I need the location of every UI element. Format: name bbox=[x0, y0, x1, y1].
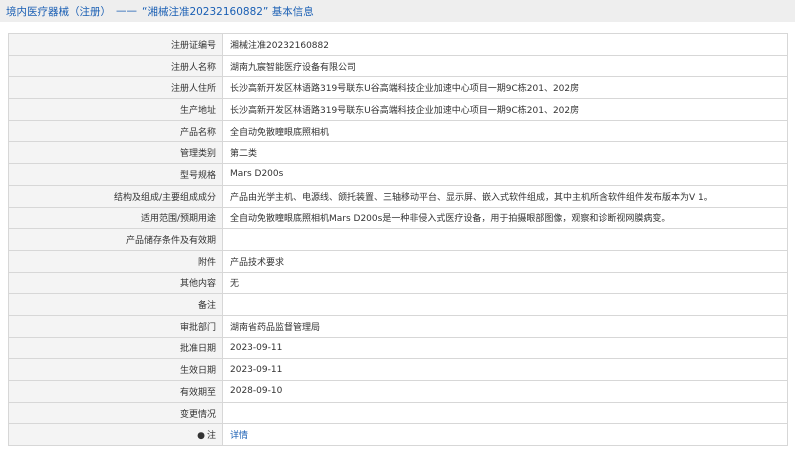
field-value: 产品技术要求 bbox=[222, 249, 788, 273]
field-label: 注册证编号 bbox=[8, 33, 223, 56]
table-row: 备注 bbox=[8, 293, 788, 316]
note-value-cell: 详情 bbox=[222, 423, 788, 447]
details-link[interactable]: 详情 bbox=[230, 431, 248, 441]
table-row: 管理类别 第二类 bbox=[8, 141, 788, 165]
field-value: 长沙高新开发区林语路319号联东U谷高端科技企业加速中心项目一期9C栋201、2… bbox=[222, 76, 788, 100]
header-separator: —— bbox=[116, 5, 137, 17]
field-value: 长沙高新开发区林语路319号联东U谷高端科技企业加速中心项目一期9C栋201、2… bbox=[222, 98, 788, 121]
page-header: 境内医疗器械（注册） —— “湘械注准20232160882” 基本信息 bbox=[0, 0, 795, 22]
field-value: 湖南九宸智能医疗设备有限公司 bbox=[222, 54, 788, 78]
field-value: 全自动免散瞳眼底照相机 bbox=[222, 119, 788, 143]
field-value: 湘械注准20232160882 bbox=[222, 33, 788, 56]
field-value bbox=[222, 293, 788, 316]
field-label: 产品储存条件及有效期 bbox=[8, 228, 223, 251]
field-value: 全自动免散瞳眼底照相机Mars D200s是一种非侵入式医疗设备，用于拍摄眼部图… bbox=[222, 206, 788, 230]
info-table: 注册证编号 湘械注准20232160882 注册人名称 湖南九宸智能医疗设备有限公司注… bbox=[8, 33, 788, 447]
field-value: Mars D200s bbox=[222, 163, 788, 186]
table-row: 型号规格 Mars D200s bbox=[8, 163, 788, 186]
table-row: 附件 产品技术要求 bbox=[8, 249, 788, 273]
table-row: 注册证编号 湘械注准20232160882 bbox=[8, 33, 788, 56]
info-icon: ● bbox=[197, 431, 205, 442]
table-row: 生效日期 2023-09-11 bbox=[8, 358, 788, 381]
field-value: 2028-09-10 bbox=[222, 380, 788, 403]
field-label: 注册人名称 bbox=[8, 54, 223, 78]
table-row: 其他内容无 bbox=[8, 271, 788, 295]
field-value: 2023-09-11 bbox=[222, 336, 788, 360]
field-label: 批准日期 bbox=[8, 336, 223, 360]
table-row: 适用范围/预期用途 全自动免散瞳眼底照相机Mars D200s是一种非侵入式医疗设… bbox=[8, 206, 788, 230]
field-label: 管理类别 bbox=[8, 141, 223, 165]
table-row: 生产地址 长沙高新开发区林语路319号联东U谷高端科技企业加速中心项目一期9C栋2… bbox=[8, 98, 788, 121]
table-row: 产品储存条件及有效期 bbox=[8, 228, 788, 251]
table-row-note: ● 注 详情 bbox=[8, 423, 788, 447]
field-value: 2023-09-11 bbox=[222, 358, 788, 381]
note-label-cell: ● 注 bbox=[8, 423, 223, 447]
field-label: 变更情况 bbox=[8, 401, 223, 425]
field-label: 有效期至 bbox=[8, 380, 223, 403]
category-label: 境内医疗器械（注册） bbox=[6, 5, 111, 18]
field-label: 备注 bbox=[8, 293, 223, 316]
field-value: 无 bbox=[222, 271, 788, 295]
table-row: 注册人名称 湖南九宸智能医疗设备有限公司 bbox=[8, 54, 788, 78]
table-row: 产品名称 全自动免散瞳眼底照相机 bbox=[8, 119, 788, 143]
field-label: 其他内容 bbox=[8, 271, 223, 295]
table-row: 注册人住所 长沙高新开发区林语路319号联东U谷高端科技企业加速中心项目一期9C栋… bbox=[8, 76, 788, 100]
field-value: 湖南省药品监督管理局 bbox=[222, 314, 788, 338]
field-label: 结构及组成/主要组成成分 bbox=[8, 184, 223, 208]
page-title: “湘械注准20232160882” 基本信息 bbox=[142, 5, 314, 18]
field-label: 生效日期 bbox=[8, 358, 223, 381]
table-row: 审批部门 湖南省药品监督管理局 bbox=[8, 314, 788, 338]
field-value: 产品由光学主机、电源线、颌托装置、三轴移动平台、显示屏、嵌入式软件组成，其中主机… bbox=[222, 184, 788, 208]
field-label: 附件 bbox=[8, 249, 223, 273]
field-label: 注册人住所 bbox=[8, 76, 223, 100]
table-row: 有效期至 2028-09-10 bbox=[8, 380, 788, 403]
field-label: 适用范围/预期用途 bbox=[8, 206, 223, 230]
field-value bbox=[222, 401, 788, 425]
note-label: 注 bbox=[206, 431, 216, 442]
table-row: 结构及组成/主要组成成分 产品由光学主机、电源线、颌托装置、三轴移动平台、显示屏、… bbox=[8, 184, 788, 208]
field-label: 型号规格 bbox=[8, 163, 223, 186]
field-value: 第二类 bbox=[222, 141, 788, 165]
table-row: 批准日期 2023-09-11 bbox=[8, 336, 788, 360]
table-row: 变更情况 bbox=[8, 401, 788, 425]
field-label: 生产地址 bbox=[8, 98, 223, 121]
field-label: 审批部门 bbox=[8, 314, 223, 338]
field-label: 产品名称 bbox=[8, 119, 223, 143]
field-value bbox=[222, 228, 788, 251]
